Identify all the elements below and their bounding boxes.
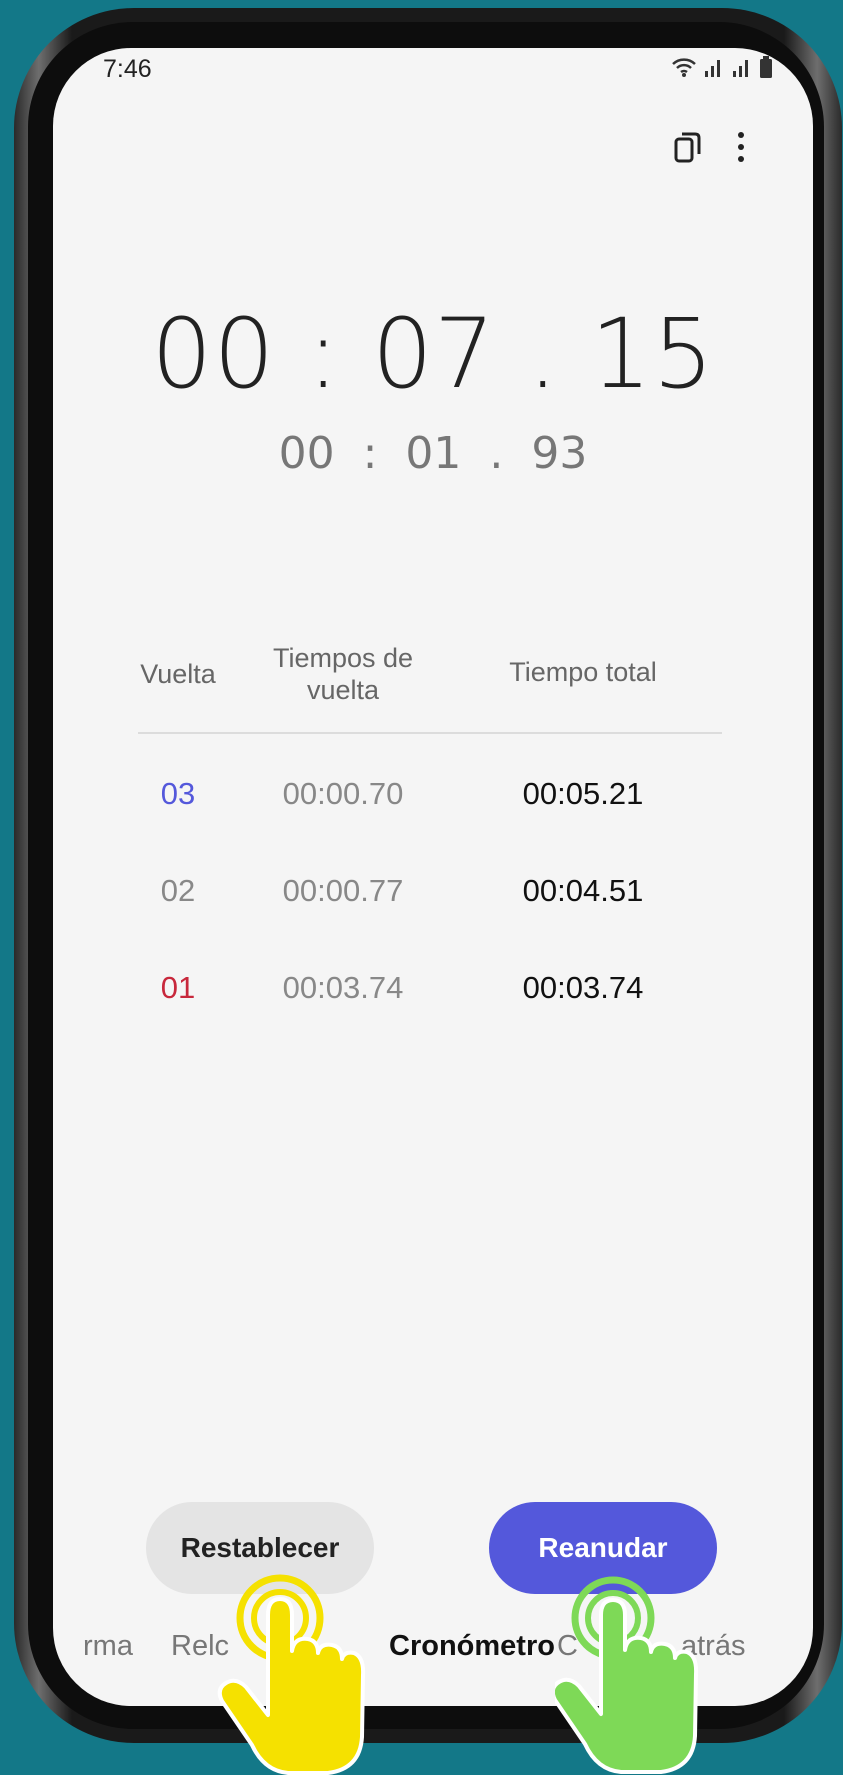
lap-split: 00:03.74: [282, 970, 404, 1005]
lap-split: 00:00.77: [282, 873, 404, 908]
signal-icon-2: [733, 60, 748, 77]
lap-number: 01: [160, 970, 196, 1005]
status-icons: [671, 56, 773, 78]
tab-alarm[interactable]: rma: [83, 1630, 133, 1663]
tab-stopwatch[interactable]: Cronómetro: [389, 1630, 555, 1663]
lap-number: 03: [160, 776, 196, 811]
battery-icon: [760, 56, 772, 78]
header-lap-time-line1: Tiempos de: [272, 643, 414, 673]
lap-number: 02: [160, 873, 196, 908]
status-time: 7:46: [103, 55, 152, 83]
stopwatch-lap-time: 00 : 01 . 93: [278, 428, 588, 479]
table-divider: [138, 732, 722, 734]
lap-split: 00:00.70: [282, 776, 404, 811]
signal-icon: [705, 60, 720, 77]
more-vertical-icon[interactable]: [736, 130, 746, 164]
lap-total: 00:03.74: [522, 970, 644, 1005]
wifi-icon: [672, 58, 696, 77]
multiwindow-icon[interactable]: [673, 130, 703, 164]
header-lap: Vuelta: [140, 659, 216, 689]
header-lap-time: Tiempos de vuelta: [253, 642, 433, 706]
lap-total: 00:04.51: [522, 873, 644, 908]
header-total-time: Tiempo total: [509, 657, 657, 687]
stopwatch-total-time: 00 : 07 . 15: [151, 298, 715, 410]
screen: 7:46 00 : 07 . 15 00 : 01 . 93 Vuelta Ti…: [53, 48, 813, 1706]
tap-hand-green-icon: [555, 1576, 699, 1774]
tap-hand-yellow-icon: [217, 1574, 366, 1775]
lap-total: 00:05.21: [522, 776, 644, 811]
header-lap-time-line2: vuelta: [306, 675, 380, 705]
